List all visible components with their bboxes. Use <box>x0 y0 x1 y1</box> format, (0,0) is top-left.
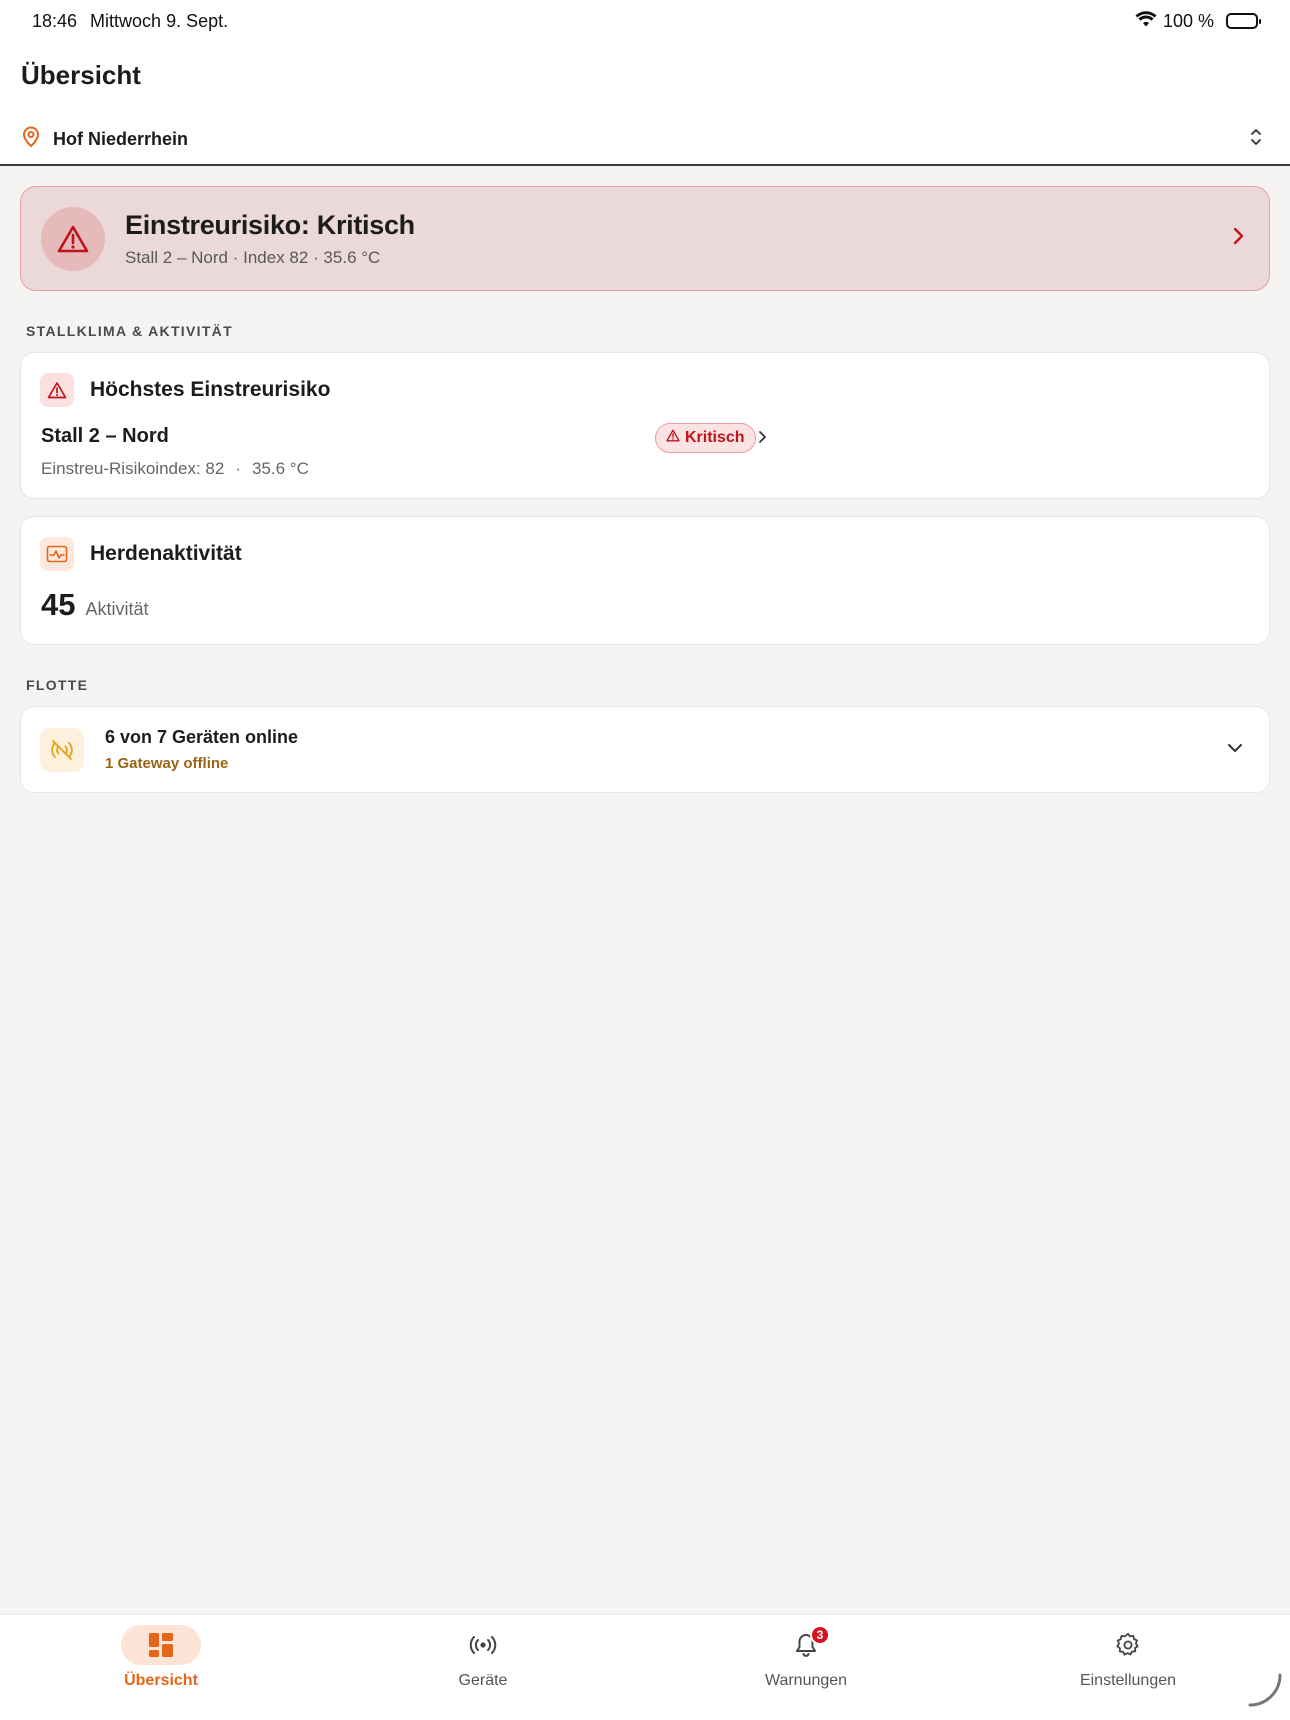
chevron-down-icon <box>1226 741 1244 759</box>
page-title: Übersicht <box>21 60 141 90</box>
tab-label: Warnungen <box>764 1672 848 1689</box>
activity-number: 45 <box>41 587 76 622</box>
alert-subtitle: Stall 2 – Nord · Index 82 · 35.6 °C <box>125 247 381 267</box>
status-time: 18:46 <box>32 10 78 31</box>
fleet-card[interactable]: 6 von 7 Geräten online 1 Gateway offline <box>20 706 1270 793</box>
fleet-detail: 1 Gateway offline <box>105 755 229 772</box>
chevron-right-icon <box>757 429 767 450</box>
battery-icon <box>1226 13 1261 29</box>
dashboard-icon <box>121 1625 201 1665</box>
activity-chart-icon <box>40 537 74 571</box>
separator-dot: · <box>235 459 241 478</box>
battery-percent: 100 % <box>1162 10 1214 31</box>
risk-row[interactable]: Stall 2 – Nord Kritisch <box>41 423 781 453</box>
chevron-up-down-icon <box>1249 126 1263 153</box>
location-pin-icon <box>21 126 41 153</box>
status-badge-label: Kritisch <box>685 429 745 446</box>
tab-label: Übersicht <box>124 1672 198 1689</box>
bell-icon: 3 <box>766 1625 846 1665</box>
wifi-icon <box>1135 10 1157 32</box>
critical-alert-banner[interactable]: Einstreurisiko: Kritisch Stall 2 – Nord … <box>20 186 1270 291</box>
warning-icon <box>40 373 74 407</box>
chevron-right-icon <box>1231 225 1245 252</box>
activity-unit: Aktivität <box>85 599 149 619</box>
herd-card-title: Herdenaktivität <box>90 542 242 565</box>
gear-icon <box>1088 1625 1168 1665</box>
stall-name: Stall 2 – Nord <box>41 425 169 447</box>
tab-bar: Übersicht Geräte 3 Warnungen Einstellung… <box>0 1614 1290 1720</box>
tab-devices[interactable]: Geräte <box>403 1625 563 1690</box>
broadcast-icon <box>443 1625 523 1665</box>
status-right: 100 % <box>1135 10 1261 32</box>
signal-off-icon <box>40 727 84 772</box>
herd-activity-card: Herdenaktivität 45 Aktivität <box>20 516 1270 645</box>
status-badge: Kritisch <box>655 423 756 453</box>
section-label-fleet: FLOTTE <box>26 677 89 693</box>
herd-activity-value: 45 Aktivität <box>41 587 149 623</box>
risk-index: Einstreu-Risikoindex: 82 <box>41 459 225 478</box>
status-bar: 18:46 Mittwoch 9. Sept. 100 % <box>0 0 1290 42</box>
header: Übersicht Hof Niederrhein <box>0 42 1290 166</box>
risk-meta: Einstreu-Risikoindex: 82 · 35.6 °C <box>41 459 309 479</box>
notification-badge: 3 <box>810 1625 830 1645</box>
home-indicator-arc <box>1248 1673 1282 1712</box>
farm-name: Hof Niederrhein <box>53 128 189 149</box>
farm-selector[interactable]: Hof Niederrhein <box>21 122 1271 156</box>
section-label-climate: STALLKLIMA & AKTIVITÄT <box>26 323 233 339</box>
alert-title: Einstreurisiko: Kritisch <box>125 209 415 240</box>
risk-temperature: 35.6 °C <box>251 459 309 478</box>
tab-overview[interactable]: Übersicht <box>81 1625 241 1690</box>
tab-label: Einstellungen <box>1079 1672 1177 1689</box>
highest-risk-card: Höchstes Einstreurisiko Stall 2 – Nord K… <box>20 352 1270 499</box>
warning-icon <box>41 206 105 271</box>
fleet-summary: 6 von 7 Geräten online <box>105 727 299 747</box>
tab-label: Geräte <box>458 1672 508 1689</box>
tab-warnings[interactable]: 3 Warnungen <box>726 1625 886 1690</box>
status-date: Mittwoch 9. Sept. <box>90 10 229 31</box>
risk-card-title: Höchstes Einstreurisiko <box>90 378 331 401</box>
tab-settings[interactable]: Einstellungen <box>1048 1625 1208 1690</box>
warning-icon <box>666 429 680 447</box>
